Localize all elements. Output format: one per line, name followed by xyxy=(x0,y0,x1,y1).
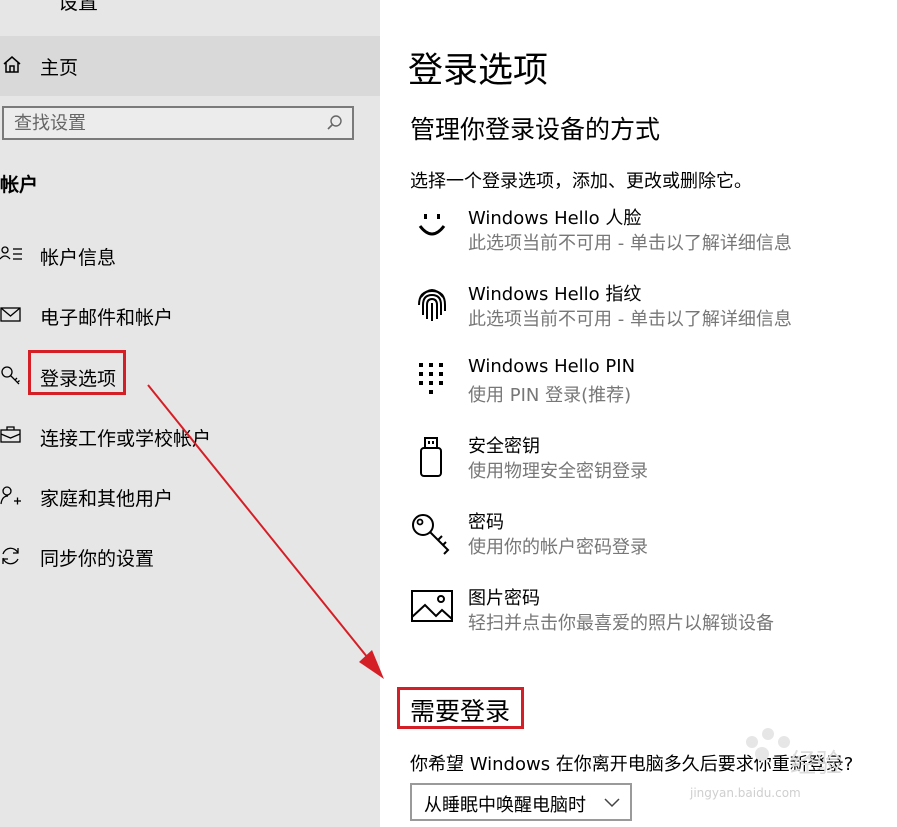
baidu-watermark: 经验 xyxy=(690,720,890,820)
baidu-logo: 经验 xyxy=(746,728,842,779)
watermark-text: jingyan.baidu.com xyxy=(690,786,801,800)
annotation-arrow xyxy=(147,384,384,679)
svg-text:经验: 经验 xyxy=(790,749,842,779)
